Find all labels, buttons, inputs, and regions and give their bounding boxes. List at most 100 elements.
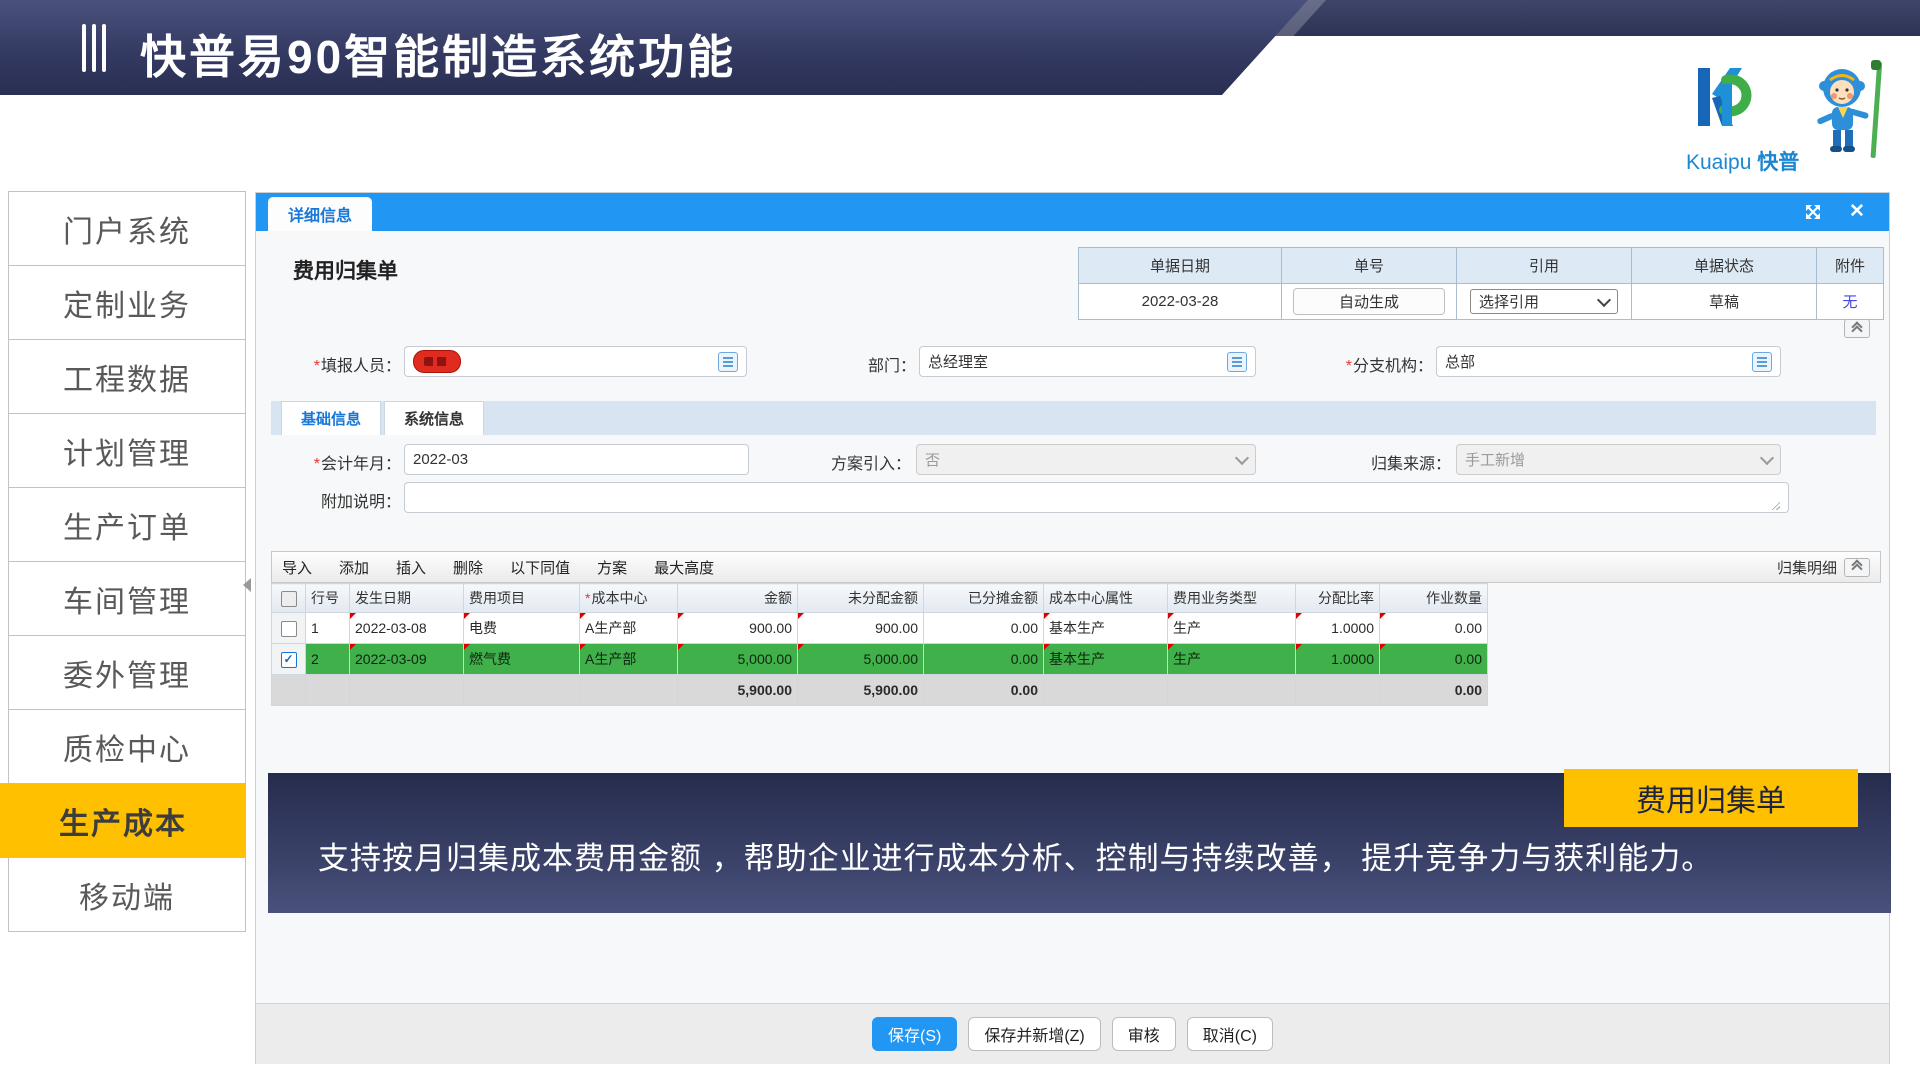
expense-grid: 行号 发生日期 费用项目 *成本中心 金额 未分配金额 已分摊金额 成本中心属性… [271, 583, 1488, 706]
window-footer: 保存(S) 保存并新增(Z) 审核 取消(C) [256, 1003, 1889, 1064]
col-amount: 金额 [678, 584, 798, 613]
save-button[interactable]: 保存(S) [872, 1017, 957, 1051]
collapse-detail-button[interactable] [1844, 558, 1870, 577]
slide: 快普易90智能制造系统功能 [0, 0, 1920, 1080]
lookup-icon[interactable] [1752, 352, 1772, 372]
doc-no-field: 自动生成 [1293, 288, 1445, 315]
lookup-icon[interactable] [718, 352, 738, 372]
summary-allocated: 0.00 [924, 675, 1044, 706]
doc-status-value: 草稿 [1632, 284, 1817, 320]
info-header-status: 单据状态 [1632, 248, 1817, 284]
sidebar: 门户系统 定制业务 工程数据 计划管理 生产订单 车间管理 委外管理 质检中心 … [8, 192, 246, 932]
expand-icon[interactable] [1803, 202, 1823, 222]
tab-detail-info[interactable]: 详细信息 [268, 197, 372, 231]
close-icon[interactable]: ✕ [1847, 202, 1867, 222]
table-row-selected[interactable]: ✓ 2 2022-03-09 燃气费 A生产部 5,000.00 5,000.0… [272, 644, 1488, 675]
sidebar-item-quality-center[interactable]: 质检中心 [8, 709, 246, 784]
source-select: 手工新增 [1456, 444, 1781, 475]
sidebar-item-mobile[interactable]: 移动端 [8, 857, 246, 932]
chevron-down-icon [1597, 292, 1611, 306]
toolbar-add[interactable]: 添加 [339, 557, 369, 578]
sidebar-item-workshop-management[interactable]: 车间管理 [8, 561, 246, 636]
title-bars-icon [82, 24, 106, 72]
note-label: 附加说明： [256, 488, 401, 512]
sidebar-item-production-cost[interactable]: 生产成本 [0, 783, 246, 858]
info-header-docno: 单号 [1282, 248, 1457, 284]
filler-label: *填报人员： [256, 352, 401, 376]
sub-tabstrip: 基础信息 系统信息 [271, 401, 1876, 435]
sidebar-item-production-order[interactable]: 生产订单 [8, 487, 246, 562]
chevron-down-icon [1235, 450, 1249, 464]
note-input[interactable] [404, 482, 1789, 513]
plan-select: 否 [916, 444, 1256, 475]
sidebar-item-portal[interactable]: 门户系统 [8, 191, 246, 266]
toolbar-insert[interactable]: 插入 [396, 557, 426, 578]
sidebar-item-plan-management[interactable]: 计划管理 [8, 413, 246, 488]
lookup-icon[interactable] [1227, 352, 1247, 372]
filler-input[interactable] [404, 346, 747, 377]
col-cc-attribute: 成本中心属性 [1044, 584, 1168, 613]
col-expense-item: 费用项目 [464, 584, 580, 613]
page-title: 快普易90智能制造系统功能 [140, 21, 736, 87]
info-header-reference: 引用 [1457, 248, 1632, 284]
col-date: 发生日期 [350, 584, 464, 613]
select-all-checkbox[interactable] [281, 591, 297, 607]
info-header-date: 单据日期 [1079, 248, 1282, 284]
resize-handle-icon[interactable] [1770, 500, 1780, 510]
toolbar-import[interactable]: 导入 [282, 557, 312, 578]
row-checkbox[interactable] [281, 621, 297, 637]
chevron-down-icon [1760, 450, 1774, 464]
window-titlebar: 详细信息 ✕ [256, 193, 1889, 231]
plan-label: 方案引入： [791, 450, 911, 474]
grid-header-row: 行号 发生日期 费用项目 *成本中心 金额 未分配金额 已分摊金额 成本中心属性… [272, 584, 1488, 613]
row-checkbox[interactable]: ✓ [281, 652, 297, 668]
redacted-name-badge [413, 350, 461, 373]
toolbar-delete[interactable]: 删除 [453, 557, 483, 578]
logo-text: Kuaipu 快普 [1686, 146, 1799, 176]
branch-input[interactable]: 总部 [1436, 346, 1781, 377]
toolbar-same-below[interactable]: 以下同值 [510, 557, 570, 578]
branch-label: *分支机构： [1296, 352, 1433, 376]
tab-system-info[interactable]: 系统信息 [384, 401, 484, 435]
summary-unallocated: 5,900.00 [798, 675, 924, 706]
doc-info-table: 单据日期 单号 引用 单据状态 附件 2022-03-28 自动生成 选择引用 … [1078, 247, 1884, 320]
collapse-header-button[interactable] [1844, 319, 1870, 338]
detail-panel-label: 归集明细 [1777, 557, 1837, 578]
grid-toolbar: 导入 添加 插入 删除 以下同值 方案 最大高度 归集明细 [271, 551, 1881, 583]
toolbar-max-height[interactable]: 最大高度 [654, 557, 714, 578]
audit-button[interactable]: 审核 [1112, 1017, 1176, 1051]
reference-select[interactable]: 选择引用 [1470, 289, 1618, 314]
attachment-link[interactable]: 无 [1842, 294, 1857, 311]
doc-title: 费用归集单 [293, 255, 398, 285]
sidebar-item-custom-business[interactable]: 定制业务 [8, 265, 246, 340]
table-row[interactable]: 1 2022-03-08 电费 A生产部 900.00 900.00 0.00 … [272, 613, 1488, 644]
col-cost-center: *成本中心 [580, 584, 678, 613]
col-row-no: 行号 [306, 584, 350, 613]
monkey-mascot-icon [1812, 58, 1894, 170]
kp-mark-icon [1682, 60, 1762, 144]
tab-basic-info[interactable]: 基础信息 [281, 401, 381, 435]
period-input[interactable]: 2022-03 [404, 444, 749, 475]
summary-row: 5,900.00 5,900.00 0.00 0.00 [272, 675, 1488, 706]
col-allocated: 已分摊金额 [924, 584, 1044, 613]
banner-badge: 费用归集单 [1564, 769, 1858, 827]
period-label: *会计年月： [256, 450, 401, 474]
sidebar-collapse-arrow-icon[interactable] [243, 578, 251, 592]
info-header-attachment: 附件 [1817, 248, 1884, 284]
col-unallocated: 未分配金额 [798, 584, 924, 613]
detail-window: 详细信息 ✕ 费用归集单 单据日期 单号 引用 单据状态 附件 2022 [255, 192, 1890, 1064]
cancel-button[interactable]: 取消(C) [1187, 1017, 1273, 1051]
dept-label: 部门： [796, 352, 916, 376]
dept-input[interactable]: 总经理室 [919, 346, 1256, 377]
source-label: 归集来源： [1326, 450, 1451, 474]
summary-amount: 5,900.00 [678, 675, 798, 706]
sidebar-item-outsourcing-management[interactable]: 委外管理 [8, 635, 246, 710]
kuaipu-logo: Kuaipu 快普 [1680, 58, 1894, 178]
col-biz-type: 费用业务类型 [1168, 584, 1296, 613]
toolbar-plan[interactable]: 方案 [597, 557, 627, 578]
summary-qty: 0.00 [1380, 675, 1488, 706]
doc-date-value: 2022-03-28 [1079, 284, 1282, 320]
sidebar-item-engineering-data[interactable]: 工程数据 [8, 339, 246, 414]
save-and-new-button[interactable]: 保存并新增(Z) [968, 1017, 1100, 1051]
feature-description: 支持按月归集成本费用金额 ，帮助企业进行成本分析、控制与持续改善， 提升竞争力与… [318, 833, 1713, 878]
